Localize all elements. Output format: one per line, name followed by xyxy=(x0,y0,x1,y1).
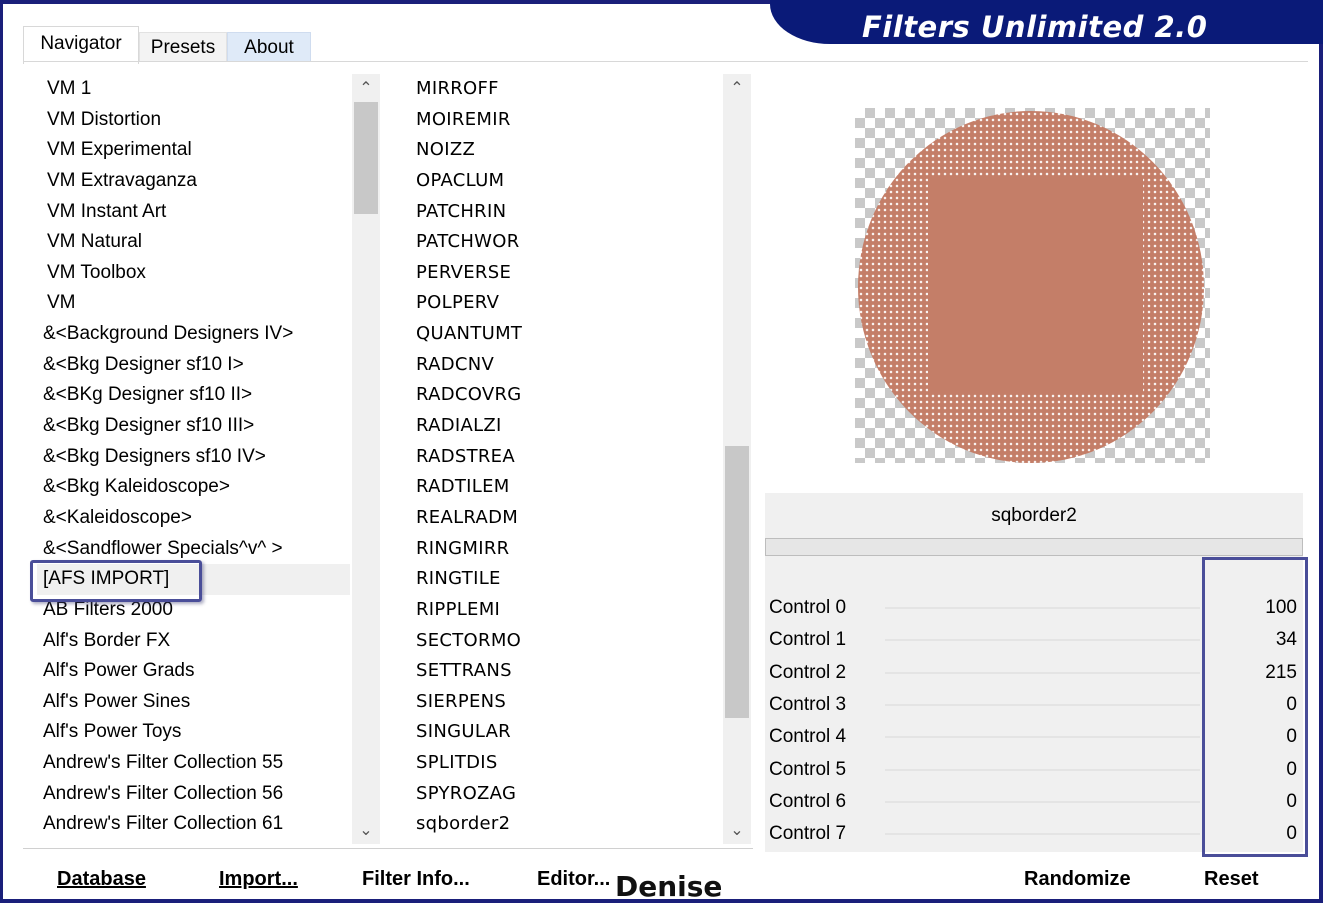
app-title: Filters Unlimited 2.0 xyxy=(862,10,1208,44)
category-list[interactable]: VM 1 VM Distortion VM Experimental VM Extra… xyxy=(37,74,350,844)
filter-item[interactable]: RADCOVRG xyxy=(410,380,730,411)
filter-list[interactable]: MIRROFF MOIREMIR NOIZZ OPACLUM PATCHRIN PATCH… xyxy=(410,74,730,844)
chevron-up-icon[interactable]: ⌃ xyxy=(723,78,751,100)
control-label: Control 6 xyxy=(769,790,847,812)
filter-item[interactable]: RADIALZI xyxy=(410,411,730,442)
category-item[interactable]: Andrew's Filter Collection 55 xyxy=(37,748,350,779)
filter-scrollbar[interactable]: ⌃ ⌄ xyxy=(723,74,751,844)
control-slider-track[interactable] xyxy=(885,800,1200,803)
bottom-divider xyxy=(23,848,753,849)
preview-square xyxy=(928,178,1143,393)
control-label: Control 0 xyxy=(769,597,847,618)
control-slider-track[interactable] xyxy=(885,736,1200,739)
category-item-partial[interactable] xyxy=(37,840,350,844)
filter-item[interactable]: PATCHRIN xyxy=(410,197,730,228)
filter-item[interactable]: sqborder2 xyxy=(410,809,730,840)
category-item[interactable]: &<Bkg Designer sf10 I> xyxy=(37,350,350,381)
filter-item[interactable]: PATCHWOR xyxy=(410,227,730,258)
control-slider-track[interactable] xyxy=(885,768,1200,771)
category-item[interactable]: Alf's Power Toys xyxy=(37,717,350,748)
category-item[interactable]: VM 1 xyxy=(37,74,350,105)
control-slider-track[interactable] xyxy=(885,671,1200,674)
control-slider-track[interactable] xyxy=(885,833,1200,836)
category-item[interactable]: VM Experimental xyxy=(37,135,350,166)
category-item[interactable]: &<Kaleidoscope> xyxy=(37,503,350,534)
category-scroll-thumb[interactable] xyxy=(354,102,378,214)
tab-divider xyxy=(23,61,1308,62)
database-button[interactable]: Database xyxy=(57,864,146,894)
filter-item[interactable]: SETTRANS xyxy=(410,656,730,687)
tab-about[interactable]: About xyxy=(227,32,311,62)
category-item[interactable]: VM Extravaganza xyxy=(37,166,350,197)
category-item[interactable]: Alf's Power Grads xyxy=(37,656,350,687)
control-label: Control 2 xyxy=(769,661,847,683)
filter-item[interactable]: PERVERSE xyxy=(410,258,730,289)
chevron-up-icon[interactable]: ⌃ xyxy=(352,78,380,100)
highlight-box-values xyxy=(1202,557,1308,857)
selected-filter-name: sqborder2 xyxy=(765,493,1303,538)
filter-item[interactable]: SECTORMO xyxy=(410,626,730,657)
category-item[interactable]: Andrew's Filter Collection 56 xyxy=(37,779,350,810)
filter-item[interactable]: SPYROZAG xyxy=(410,779,730,810)
filter-item[interactable]: RADSTREA xyxy=(410,442,730,473)
category-item[interactable]: &<Bkg Designer sf10 III> xyxy=(37,411,350,442)
category-item[interactable]: VM Instant Art xyxy=(37,197,350,228)
category-scrollbar[interactable]: ⌃ ⌄ xyxy=(352,74,380,844)
control-slider-track[interactable] xyxy=(885,703,1200,706)
control-label: Control 3 xyxy=(769,693,847,715)
progress-bar xyxy=(765,538,1303,556)
filter-item-selected-label: sqborder2 xyxy=(416,813,511,835)
randomize-button[interactable]: Randomize xyxy=(1024,864,1131,894)
filter-item[interactable]: RIPPLEMI xyxy=(410,595,730,626)
category-item[interactable]: VM xyxy=(37,288,350,319)
filter-info-button[interactable]: Filter Info... xyxy=(362,864,470,894)
filter-item[interactable]: MOIREMIR xyxy=(410,105,730,136)
filter-item[interactable]: SIERPENS xyxy=(410,687,730,718)
filter-item[interactable]: REALRADM xyxy=(410,503,730,534)
filter-item[interactable]: RADCNV xyxy=(410,350,730,381)
category-item[interactable]: &<Background Designers IV> xyxy=(37,319,350,350)
filter-item[interactable]: RADTILEM xyxy=(410,472,730,503)
database-button-label: Database xyxy=(57,868,146,890)
category-item[interactable]: &<Bkg Kaleidoscope> xyxy=(37,472,350,503)
control-label: Control 7 xyxy=(769,823,847,845)
category-item[interactable]: &<Bkg Designers sf10 IV> xyxy=(37,442,350,473)
category-item[interactable]: Alf's Power Sines xyxy=(37,687,350,718)
filter-item[interactable]: POLPERV xyxy=(410,288,730,319)
filter-item[interactable]: SINGULAR xyxy=(410,717,730,748)
filter-item[interactable]: OPACLUM xyxy=(410,166,730,197)
filter-item[interactable]: SPLITDIS xyxy=(410,748,730,779)
filter-item[interactable]: RINGMIRR xyxy=(410,534,730,565)
filter-item[interactable]: QUANTUMT xyxy=(410,319,730,350)
chevron-down-icon[interactable]: ⌄ xyxy=(723,820,751,842)
control-slider-track[interactable] xyxy=(885,639,1200,642)
category-item[interactable]: &<BKg Designer sf10 II> xyxy=(37,380,350,411)
filter-preview xyxy=(855,108,1210,463)
filter-item[interactable]: MIRROFF xyxy=(410,74,730,105)
category-item[interactable]: VM Toolbox xyxy=(37,258,350,289)
editor-button[interactable]: Editor... xyxy=(537,864,610,894)
filter-item[interactable]: NOIZZ xyxy=(410,135,730,166)
control-label: Control 1 xyxy=(769,629,847,651)
control-label: Control 5 xyxy=(769,758,847,780)
tab-presets[interactable]: Presets xyxy=(139,32,227,62)
reset-button[interactable]: Reset xyxy=(1204,864,1258,894)
import-button[interactable]: Import... xyxy=(219,864,298,894)
control-slider-track[interactable] xyxy=(885,607,1200,609)
category-item[interactable]: VM Natural xyxy=(37,227,350,258)
chevron-down-icon[interactable]: ⌄ xyxy=(352,820,380,842)
signature: Denise xyxy=(615,870,723,903)
control-label: Control 4 xyxy=(769,726,847,748)
filter-item[interactable]: RINGTILE xyxy=(410,564,730,595)
highlight-box-category xyxy=(30,560,202,602)
category-item[interactable]: VM Distortion xyxy=(37,105,350,136)
category-item[interactable]: Alf's Border FX xyxy=(37,626,350,657)
filter-scroll-thumb[interactable] xyxy=(725,446,749,718)
import-button-label: Import... xyxy=(219,868,298,890)
tab-navigator[interactable]: Navigator xyxy=(23,26,139,64)
category-item[interactable]: Andrew's Filter Collection 61 xyxy=(37,809,350,840)
